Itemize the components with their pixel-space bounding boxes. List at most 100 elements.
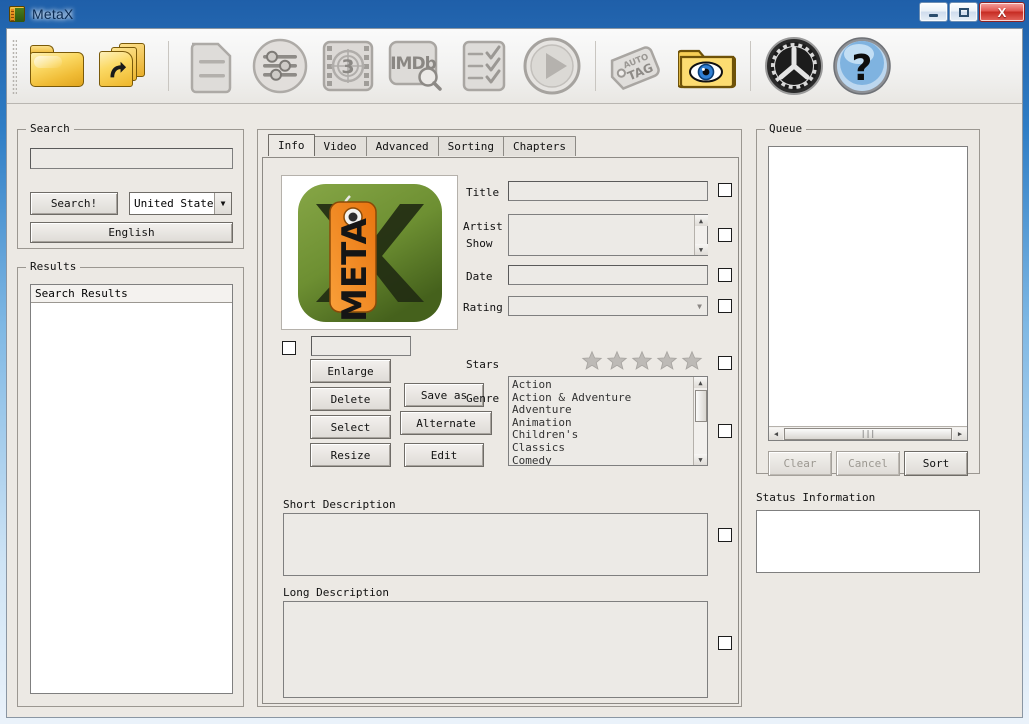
star-icon-3[interactable] [631,350,653,371]
search-panel-legend: Search [26,122,74,135]
genre-scroll-down-icon[interactable]: ▼ [694,454,707,465]
toolbar-tag-document-button[interactable] [179,33,245,99]
artwork-preview[interactable]: META [281,175,458,330]
short-description-textarea[interactable] [283,513,708,576]
genre-scrollbar[interactable]: ▲ ▼ [693,377,707,465]
artist-label: Artist [463,220,503,233]
toolbar-separator-3 [750,41,751,91]
long-description-textarea[interactable] [283,601,708,698]
genre-list[interactable]: Action Action & Adventure Adventure Anim… [508,376,708,466]
star-icon-4[interactable] [656,350,678,371]
artist-scroll-down-icon[interactable]: ▼ [694,244,708,255]
toolbar-open-folder-button[interactable] [24,33,90,99]
stars-label: Stars [466,358,500,371]
status-information-textarea[interactable] [756,510,980,573]
help-question-icon: ? [833,37,891,95]
toolbar-open-files-button[interactable] [92,33,158,99]
tab-video[interactable]: Video [313,136,367,156]
toolbar-auto-tag-button[interactable]: AUTO TAG [606,33,672,99]
queue-panel: Queue ◀ ||| ▶ Clear Cancel Sort [756,122,980,476]
queue-sort-button[interactable]: Sort [904,451,968,476]
toolbar-settings-button[interactable] [761,33,827,99]
toolbar-imdb-search-button[interactable]: IMDb [383,33,449,99]
toolbar-separator-1 [168,41,169,91]
stars-rating[interactable] [581,350,703,371]
date-checkbox[interactable] [718,268,732,282]
queue-hscrollbar[interactable]: ◀ ||| ▶ [769,426,967,440]
info-panel: Info Video Advanced Sorting Chapters MET… [257,129,742,707]
folder-arrow-icon [97,43,153,89]
queue-clear-button[interactable]: Clear [768,451,832,476]
alternate-button[interactable]: Alternate [400,411,492,435]
rating-select[interactable]: ▼ [508,296,708,316]
search-input[interactable] [30,148,233,169]
queue-scroll-thumb[interactable]: ||| [784,427,952,440]
stars-checkbox[interactable] [718,356,732,370]
app-window: MetaX X 3 IMDb AUTO TAG ? Search Search!… [0,0,1029,724]
genre-item[interactable]: Adventure [509,404,693,417]
toolbar-filmstrip-button[interactable]: 3 [315,33,381,99]
window-title: MetaX [32,6,74,22]
rating-checkbox[interactable] [718,299,732,313]
edit-button[interactable]: Edit [404,443,484,467]
genre-item[interactable]: Comedy [509,454,693,465]
artist-scroll-up-icon[interactable]: ▲ [694,215,708,226]
toolbar-preferences-button[interactable] [247,33,313,99]
rating-chevron-down-icon: ▼ [697,301,702,311]
toolbar-grip[interactable] [12,38,17,94]
short-description-checkbox[interactable] [718,528,732,542]
genre-item[interactable]: Classics [509,441,693,455]
queue-scroll-left-icon[interactable]: ◀ [769,427,783,440]
restore-button[interactable] [949,2,978,22]
queue-list[interactable]: ◀ ||| ▶ [768,146,968,441]
tab-chapters[interactable]: Chapters [502,136,576,156]
close-button[interactable]: X [979,2,1025,22]
show-label: Show [466,237,493,250]
genre-item[interactable]: Action [509,378,693,392]
metax-app-icon [9,6,25,22]
queue-list-items [769,147,967,426]
minimize-button[interactable] [919,2,948,22]
toolbar-help-button[interactable]: ? [829,33,895,99]
toolbar-play-button[interactable] [519,33,585,99]
artwork-file-input[interactable] [311,336,411,356]
results-list[interactable]: Search Results [30,284,233,694]
queue-scroll-right-icon[interactable]: ▶ [953,427,967,440]
country-select[interactable]: United States ▼ [129,192,232,215]
tab-advanced[interactable]: Advanced [365,136,439,156]
minimize-icon [929,13,938,17]
toolbar-checklist-button[interactable] [451,33,517,99]
date-input[interactable] [508,265,708,285]
enlarge-button[interactable]: Enlarge [310,359,391,383]
artwork-checkbox[interactable] [282,341,296,355]
title-checkbox[interactable] [718,183,732,197]
queue-cancel-button[interactable]: Cancel [836,451,900,476]
svg-text:?: ? [852,48,873,89]
status-information-label: Status Information [756,491,876,504]
title-input[interactable] [508,181,708,201]
long-description-checkbox[interactable] [718,636,732,650]
auto-tag-icon: AUTO TAG [610,46,660,90]
document-tag-icon [190,42,232,94]
star-icon-2[interactable] [606,350,628,371]
artist-show-textarea[interactable]: ▲ ▼ [508,214,708,256]
search-button[interactable]: Search! [30,192,118,215]
toolbar-folder-eye-button[interactable] [674,33,740,99]
genre-label: Genre [466,392,500,405]
genre-checkbox[interactable] [718,424,732,438]
language-button[interactable]: English [30,222,233,243]
results-panel-legend: Results [26,260,81,273]
resize-button[interactable]: Resize [310,443,391,467]
delete-button[interactable]: Delete [310,387,391,411]
star-icon-5[interactable] [681,350,703,371]
star-icon-1[interactable] [581,350,603,371]
artist-show-checkbox[interactable] [718,228,732,242]
toolbar-separator-2 [595,41,596,91]
genre-scroll-thumb[interactable] [694,390,707,422]
tab-sorting[interactable]: Sorting [437,136,504,156]
tab-info[interactable]: Info [268,134,315,156]
select-button[interactable]: Select [310,415,391,439]
long-description-label: Long Description [283,586,389,599]
rating-label: Rating [463,301,503,314]
genre-scroll-up-icon[interactable]: ▲ [694,377,707,388]
